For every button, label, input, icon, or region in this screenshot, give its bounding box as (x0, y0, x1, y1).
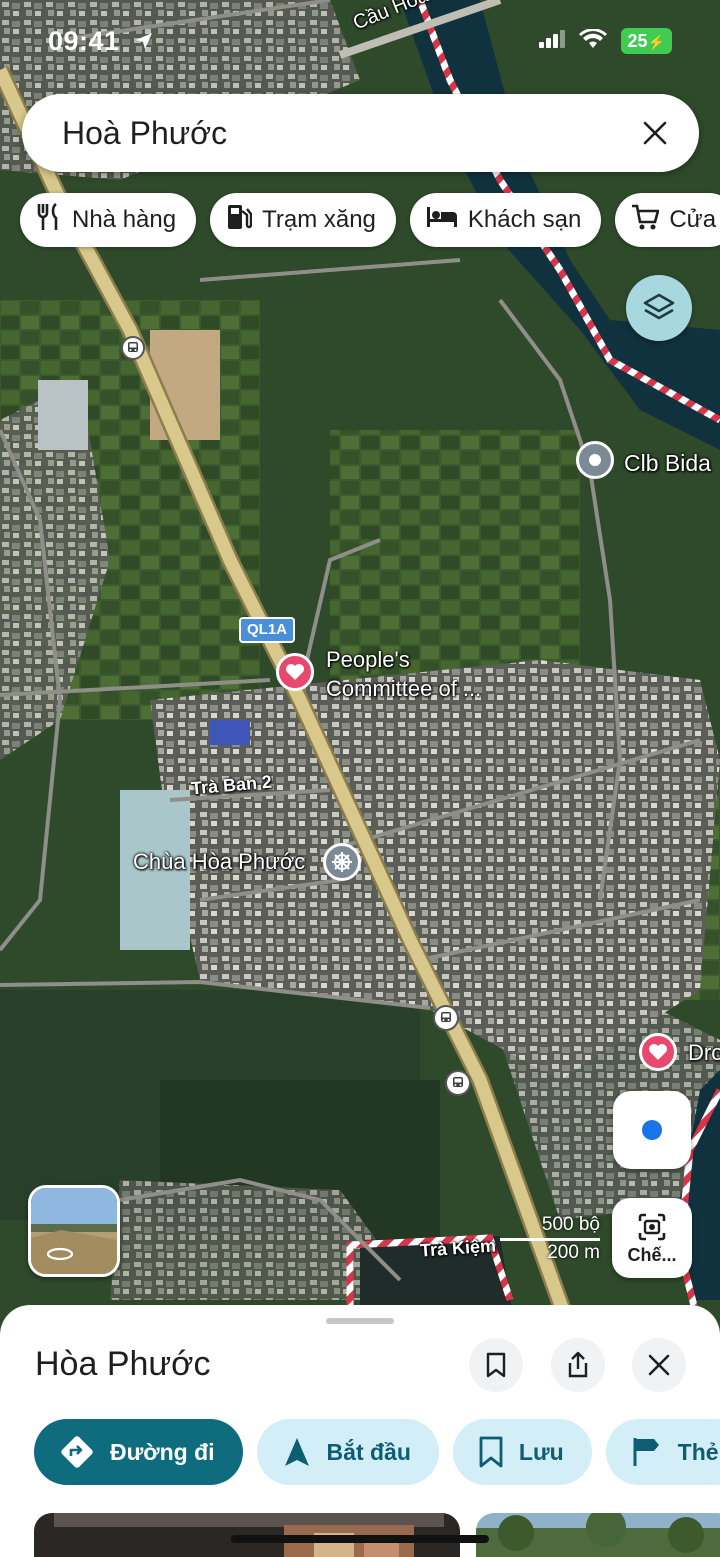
label-label: Thẻ (677, 1438, 719, 1465)
place-label-committee-line1: People's (326, 647, 410, 672)
scale-line (500, 1238, 600, 1241)
label-button[interactable]: Thẻ (605, 1419, 720, 1485)
bus-stop-icon[interactable] (445, 1070, 471, 1096)
heart-pin-icon[interactable] (276, 653, 314, 691)
lens-label: Chế... (627, 1244, 677, 1265)
start-button[interactable]: Bắt đầu (256, 1419, 439, 1485)
directions-icon (61, 1436, 93, 1468)
lens-button[interactable]: Chế... (612, 1198, 692, 1278)
cart-icon (631, 203, 661, 238)
bookmark-icon (479, 1436, 503, 1468)
directions-button[interactable]: Đường đi (34, 1419, 243, 1485)
scale-bar: 500 bộ 200 m (500, 1214, 600, 1266)
place-label-dro-text: Dro (688, 1040, 720, 1065)
street-view-thumbnail[interactable] (28, 1185, 120, 1277)
layers-button[interactable] (626, 275, 692, 341)
temple-pin-icon[interactable] (323, 843, 361, 881)
chip-label: Trạm xăng (262, 206, 376, 233)
place-label-committee[interactable]: People's Committee of ... (326, 645, 481, 703)
share-icon (568, 1351, 588, 1378)
battery-indicator: 25⚡ (620, 28, 672, 54)
maps-app: Cầu Hòa Phư Clb Bida QL1A People's Commi… (0, 0, 720, 1557)
layers-icon (643, 293, 675, 320)
place-label-bida[interactable]: Clb Bida (624, 450, 711, 477)
place-label-temple-text: Chùa Hòa Phước (133, 849, 306, 874)
place-label-dro[interactable]: Dro (688, 1040, 720, 1066)
chip-label: Khách sạn (467, 206, 582, 233)
share-button[interactable] (551, 1338, 605, 1392)
route-shield-text: QL1A (247, 621, 288, 638)
place-bottom-sheet[interactable]: Hòa Phước Đường đi Bắt đầu Lưu Thẻ (0, 1305, 720, 1557)
status-indicators: 25⚡ (538, 27, 672, 54)
gas-station-icon (226, 203, 253, 238)
close-icon (643, 121, 667, 145)
street-label-tra-kiem-text: Trà Kiệm (419, 1235, 497, 1261)
place-label-committee-line2: Committee of ... (326, 676, 482, 701)
place-pin-icon[interactable] (576, 441, 614, 479)
battery-level: 25 (627, 31, 648, 51)
camera-lens-icon (638, 1213, 666, 1240)
navigation-arrow-icon (284, 1438, 309, 1466)
heart-pin-icon[interactable] (639, 1033, 677, 1071)
wifi-icon (578, 27, 607, 54)
route-shield: QL1A (239, 617, 296, 643)
search-query[interactable]: Hoà Phước (62, 115, 227, 152)
clear-search-button[interactable] (635, 113, 675, 153)
bus-stop-icon[interactable] (121, 336, 145, 360)
bookmark-icon (486, 1352, 506, 1378)
home-indicator[interactable] (231, 1535, 489, 1543)
my-location-button[interactable] (613, 1091, 691, 1169)
category-chips: Nhà hàng Trạm xăng Khách sạn Cửa (20, 193, 720, 247)
save-label: Lưu (518, 1438, 564, 1465)
rotate-360-icon (45, 1246, 75, 1267)
place-label-temple[interactable]: Chùa Hòa Phước (133, 849, 305, 875)
scale-lower: 200 m (547, 1242, 600, 1263)
my-location-dot-icon (642, 1120, 662, 1140)
cellular-signal-icon (538, 29, 565, 53)
hotel-icon (426, 205, 458, 236)
chip-shops[interactable]: Cửa (615, 193, 720, 247)
flag-icon (633, 1438, 659, 1466)
restaurant-icon (36, 202, 62, 238)
status-time-text: 09:41 (48, 26, 120, 56)
directions-label: Đường đi (110, 1438, 215, 1465)
save-button[interactable] (469, 1338, 523, 1392)
start-label: Bắt đầu (326, 1438, 411, 1465)
save-place-button[interactable]: Lưu (452, 1419, 592, 1485)
place-title: Hòa Phước (35, 1345, 211, 1383)
charging-bolt-icon: ⚡ (647, 34, 665, 50)
chip-gas-stations[interactable]: Trạm xăng (210, 193, 396, 247)
scale-upper: 500 bộ (541, 1214, 600, 1235)
bus-stop-icon[interactable] (433, 1005, 459, 1031)
close-sheet-button[interactable] (632, 1338, 686, 1392)
place-label-bida-text: Clb Bida (624, 450, 711, 476)
place-photo[interactable] (476, 1513, 720, 1557)
location-arrow-icon (134, 27, 154, 58)
sheet-drag-handle[interactable] (326, 1318, 394, 1324)
status-time: 09:41 (48, 26, 154, 58)
chip-restaurants[interactable]: Nhà hàng (20, 193, 197, 247)
close-icon (648, 1354, 670, 1376)
action-buttons: Đường đi Bắt đầu Lưu Thẻ (34, 1419, 720, 1485)
chip-hotels[interactable]: Khách sạn (409, 193, 602, 247)
search-bar[interactable]: Hoà Phước (22, 94, 699, 172)
chip-label: Nhà hàng (72, 206, 177, 233)
chip-label: Cửa (669, 206, 717, 233)
status-bar: 09:41 25⚡ (0, 0, 720, 80)
